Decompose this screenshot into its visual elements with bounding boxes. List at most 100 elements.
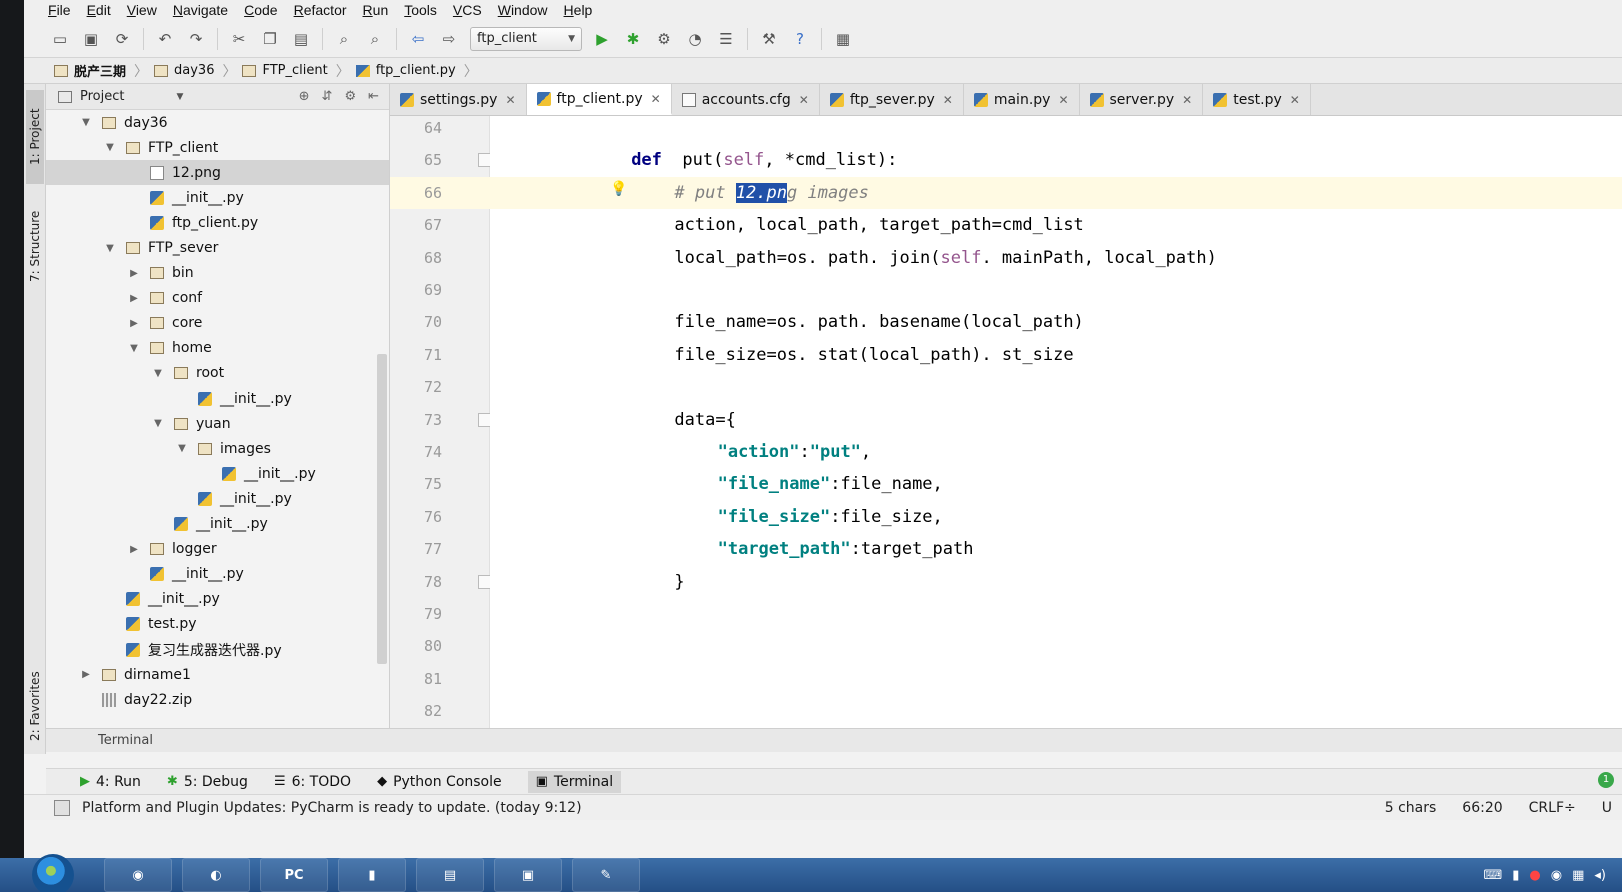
collapse-all-icon[interactable]: ⇵ [322, 89, 333, 104]
expanded-arrow-icon[interactable]: ▼ [128, 343, 140, 354]
code-line[interactable] [490, 274, 1622, 306]
code-line[interactable]: data={ [490, 404, 1622, 436]
expanded-arrow-icon[interactable]: ▼ [104, 142, 116, 153]
replace-icon[interactable]: ⌕ [365, 29, 385, 49]
file-encoding[interactable]: U [1602, 800, 1612, 816]
project-panel-title[interactable]: Project [80, 89, 124, 104]
tab-favorites[interactable]: 2: Favorites [26, 658, 44, 754]
editor-tab[interactable]: test.py ✕ [1203, 84, 1311, 115]
menu-item[interactable]: Navigate [173, 2, 228, 18]
tree-item[interactable]: __init__.py [46, 185, 389, 210]
code-line[interactable] [490, 598, 1622, 630]
back-icon[interactable]: ⇦ [408, 29, 428, 49]
breadcrumb-item[interactable]: day36 〉 [154, 61, 236, 81]
run-config-select[interactable]: ftp_client ▼ [470, 26, 582, 51]
editor-tab[interactable]: ftp_client.py ✕ [526, 84, 672, 115]
app-taskbar-icon[interactable]: ✎ [572, 858, 640, 892]
code-line[interactable]: "target_path":target_path [490, 533, 1622, 565]
code-line[interactable]: "file_name":file_name, [490, 468, 1622, 500]
open-folder-icon[interactable]: ▭ [50, 29, 70, 49]
close-icon[interactable]: ✕ [1290, 93, 1300, 107]
code-line[interactable]: } [490, 566, 1622, 598]
app-taskbar-icon[interactable]: ▮ [338, 858, 406, 892]
expanded-arrow-icon[interactable]: ▼ [152, 418, 164, 429]
tree-item[interactable]: ▼ day36 [46, 110, 389, 135]
menu-item[interactable]: Edit [87, 2, 111, 18]
undo-icon[interactable]: ↶ [155, 29, 175, 49]
tray-icon[interactable]: ▮ [1512, 868, 1519, 883]
status-message[interactable]: Platform and Plugin Updates: PyCharm is … [82, 800, 582, 816]
coverage-icon[interactable]: ⚙ [654, 29, 674, 49]
tree-item[interactable]: ▶ core [46, 311, 389, 336]
menu-item[interactable]: Tools [404, 2, 437, 18]
cut-icon[interactable]: ✂ [229, 29, 249, 49]
code-line[interactable]: action, local_path, target_path=cmd_list [490, 209, 1622, 241]
tool-tab[interactable]: ▣ Terminal [527, 770, 622, 793]
code-editor[interactable]: def put(self, *cmd_list): # put 12.pn g im… [490, 116, 1622, 728]
code-line[interactable]: "file_size":file_size, [490, 501, 1622, 533]
tree-item[interactable]: ▼ yuan [46, 411, 389, 436]
tree-item[interactable]: day22.zip [46, 687, 389, 712]
expanded-arrow-icon[interactable]: ▼ [104, 243, 116, 254]
tree-item[interactable]: __init__.py [46, 587, 389, 612]
redo-icon[interactable]: ↷ [186, 29, 206, 49]
save-icon[interactable]: ▣ [81, 29, 101, 49]
menu-item[interactable]: VCS [453, 2, 482, 18]
profile-icon[interactable]: ◔ [685, 29, 705, 49]
collapsed-arrow-icon[interactable]: ▶ [80, 669, 92, 680]
code-line[interactable]: local_path=os. path. join(self. mainPath… [490, 242, 1622, 274]
expanded-arrow-icon[interactable]: ▼ [176, 443, 188, 454]
breadcrumb-item[interactable]: FTP_client 〉 [242, 61, 350, 81]
app-taskbar-icon[interactable]: ◐ [182, 858, 250, 892]
app-taskbar-icon[interactable]: ▣ [494, 858, 562, 892]
keyboard-icon[interactable]: ⌨ [1483, 868, 1502, 883]
collapsed-arrow-icon[interactable]: ▶ [128, 268, 140, 279]
tray-icon[interactable]: ● [1529, 868, 1540, 883]
tasks-icon[interactable]: ☰ [716, 29, 736, 49]
tree-item[interactable]: ▶ logger [46, 537, 389, 562]
paste-icon[interactable]: ▤ [291, 29, 311, 49]
tree-item[interactable]: test.py [46, 612, 389, 637]
code-line[interactable] [490, 663, 1622, 695]
tree-item[interactable]: __init__.py [46, 562, 389, 587]
code-line[interactable]: "action": "put", [490, 436, 1622, 468]
collapsed-arrow-icon[interactable]: ▶ [128, 544, 140, 555]
tree-item[interactable]: __init__.py [46, 486, 389, 511]
collapsed-arrow-icon[interactable]: ▶ [128, 293, 140, 304]
close-icon[interactable]: ✕ [505, 93, 515, 107]
pycharm-taskbar-icon[interactable]: PC [260, 858, 328, 892]
menu-item[interactable]: Refactor [294, 2, 347, 18]
close-icon[interactable]: ✕ [651, 92, 661, 106]
code-line[interactable] [490, 695, 1622, 727]
tree-item[interactable]: __init__.py [46, 512, 389, 537]
tray-icon[interactable]: ◉ [1551, 868, 1562, 883]
tool-tab[interactable]: ▶ 4: Run [80, 774, 141, 790]
tree-item[interactable]: __init__.py [46, 461, 389, 486]
code-line[interactable]: file_size=os. stat(local_path). st_size [490, 339, 1622, 371]
sync-icon[interactable]: ⟳ [112, 29, 132, 49]
code-line[interactable]: file_name=os. path. basename(local_path) [490, 306, 1622, 338]
volume-icon[interactable]: ◂) [1594, 868, 1606, 883]
tree-item[interactable]: 12.png [46, 160, 389, 186]
notification-badge[interactable]: 1 [1598, 772, 1614, 788]
explorer-taskbar-icon[interactable]: ▤ [416, 858, 484, 892]
editor-tab[interactable]: server.py ✕ [1079, 84, 1204, 115]
tree-item[interactable]: 复习生成器迭代器.py [46, 637, 389, 662]
menu-item[interactable]: File [48, 2, 71, 18]
collapsed-arrow-icon[interactable]: ▶ [128, 318, 140, 329]
help-icon[interactable]: ? [790, 29, 810, 49]
tool-tab[interactable]: ☰ 6: TODO [274, 774, 351, 790]
expanded-arrow-icon[interactable]: ▼ [80, 117, 92, 128]
tab-project[interactable]: 1: Project [26, 90, 44, 184]
scroll-from-source-icon[interactable]: ⊕ [299, 89, 310, 104]
menu-item[interactable]: Help [564, 2, 593, 18]
menu-item[interactable]: Code [244, 2, 277, 18]
breadcrumb-item[interactable]: 脱产三期〉 [54, 61, 148, 81]
vcs-icon[interactable]: ▦ [833, 29, 853, 49]
chrome-taskbar-icon[interactable]: ◉ [104, 858, 172, 892]
find-icon[interactable]: ⌕ [334, 29, 354, 49]
code-line[interactable] [490, 371, 1622, 403]
code-line[interactable]: # put 12.pn g images [490, 176, 1622, 209]
tree-item[interactable]: ▼ FTP_sever [46, 235, 389, 260]
editor-tab[interactable]: accounts.cfg ✕ [671, 84, 820, 115]
